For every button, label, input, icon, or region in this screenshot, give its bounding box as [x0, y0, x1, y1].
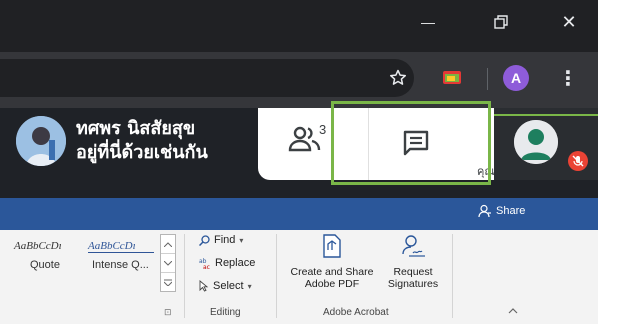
- more-vert-icon: ⋮: [558, 67, 578, 90]
- chevron-up-icon: [164, 241, 172, 247]
- minimize-icon: —: [421, 14, 435, 30]
- star-icon: [388, 68, 408, 88]
- address-bar[interactable]: [0, 59, 414, 97]
- presenter-name: ทศพร นิสสัยสุข อยู่ที่นี่ด้วยเช่นกัน: [76, 117, 208, 165]
- style-preview: AaBbCcDı: [14, 240, 62, 252]
- search-icon: [199, 234, 210, 246]
- replace-button[interactable]: ab ac Replace: [199, 257, 255, 269]
- select-label: Select: [213, 280, 244, 292]
- browser-toolbar: A ⋮: [0, 52, 598, 108]
- self-avatar: [514, 120, 558, 164]
- edge: [598, 0, 599, 324]
- find-button[interactable]: Find ▾: [199, 234, 243, 246]
- collapse-ribbon-button[interactable]: [508, 308, 518, 314]
- request-signatures-button[interactable]: Request Signatures: [383, 234, 443, 300]
- scroll-up-button[interactable]: [161, 235, 175, 254]
- chat-highlight-box: [331, 101, 491, 185]
- svg-text:ac: ac: [203, 264, 210, 269]
- more-styles-icon: [164, 279, 172, 286]
- pdf-share-icon: [284, 234, 380, 258]
- close-window-button[interactable]: ✕: [546, 0, 592, 44]
- browser-menu-button[interactable]: ⋮: [558, 66, 578, 90]
- profile-button[interactable]: A: [503, 65, 529, 91]
- signature-icon: [383, 234, 443, 258]
- restore-button[interactable]: [478, 0, 524, 44]
- people-count: 3: [319, 122, 327, 137]
- presenter-name-line1: ทศพร นิสสัยสุข: [76, 118, 196, 139]
- minimize-button[interactable]: —: [405, 0, 451, 44]
- create-share-line2: Adobe PDF: [304, 278, 360, 290]
- bookmark-star-button[interactable]: [386, 66, 410, 90]
- style-quote[interactable]: AaBbCcDı Quote: [14, 240, 76, 280]
- dropdown-arrow-icon: ▾: [239, 235, 244, 245]
- restore-icon: [494, 15, 508, 29]
- replace-icon: ab ac: [199, 257, 211, 269]
- style-name: Quote: [30, 259, 60, 271]
- expand-gallery-button[interactable]: [161, 273, 175, 291]
- chevron-down-icon: [164, 260, 172, 266]
- share-person-icon: [478, 204, 492, 218]
- select-button[interactable]: Select ▾: [199, 280, 252, 292]
- presenter-avatar: [16, 116, 66, 166]
- word-ribbon: AaBbCcDı Quote AaBbCcDı Intense Q... Fin…: [0, 230, 598, 324]
- chevron-up-icon: [508, 308, 518, 314]
- style-name: Intense Q...: [92, 259, 149, 271]
- replace-label: Replace: [215, 257, 256, 269]
- find-label: Find: [214, 234, 236, 246]
- share-label: Share: [496, 205, 526, 217]
- style-preview: AaBbCcDı: [88, 240, 154, 253]
- dropdown-arrow-icon: ▾: [247, 281, 252, 291]
- toolbar-divider: [487, 68, 488, 90]
- create-share-line1: Create and Share: [290, 266, 374, 278]
- dialog-launcher-icon[interactable]: ⊡: [164, 307, 172, 318]
- word-titlebar: Share: [0, 198, 598, 230]
- close-icon: ✕: [561, 11, 577, 32]
- profile-avatar: A: [503, 65, 529, 91]
- mic-muted-badge: [568, 151, 588, 171]
- presenter-name-line2: อยู่ที่นี่ด้วยเช่นกัน: [76, 142, 208, 163]
- share-button[interactable]: Share: [478, 204, 525, 218]
- screen-share-extension-icon: [442, 69, 462, 87]
- scroll-down-button[interactable]: [161, 254, 175, 273]
- create-share-pdf-button[interactable]: Create and Share Adobe PDF: [284, 234, 380, 300]
- mic-off-icon: [572, 155, 584, 167]
- ribbon-separator: [184, 234, 185, 318]
- cursor-select-icon: [199, 280, 209, 292]
- request-line1: Request: [393, 266, 433, 278]
- ribbon-separator: [452, 234, 453, 318]
- editing-group-label: Editing: [210, 307, 241, 318]
- request-line2: Signatures: [387, 278, 439, 290]
- cast-extension-button[interactable]: [440, 66, 464, 90]
- page-margin: [598, 0, 634, 324]
- styles-gallery-scroller[interactable]: [160, 234, 176, 292]
- style-intense-quote[interactable]: AaBbCcDı Intense Q...: [88, 240, 154, 280]
- ribbon-separator: [276, 234, 277, 318]
- adobe-acrobat-group-label: Adobe Acrobat: [323, 307, 389, 318]
